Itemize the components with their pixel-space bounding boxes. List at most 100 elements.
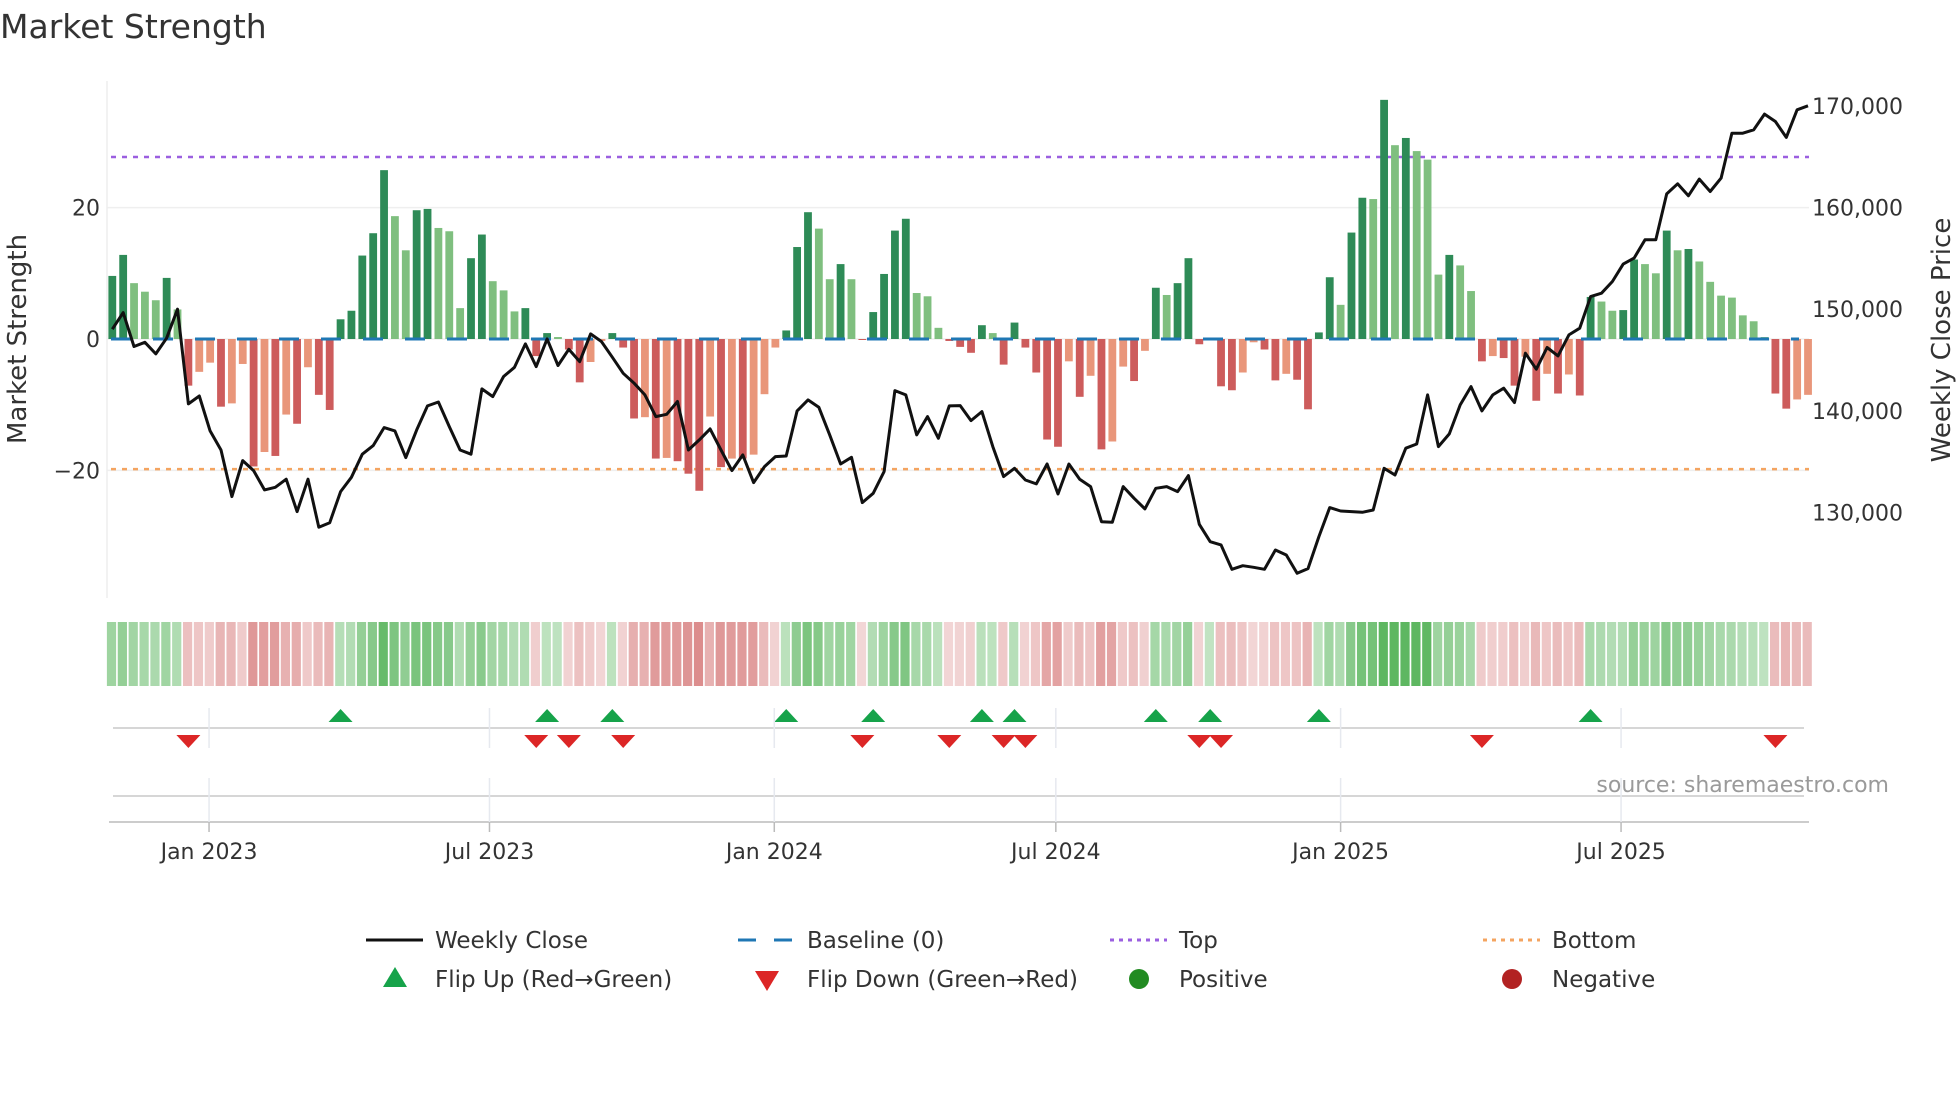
strip-cell (237, 622, 247, 686)
negative-bar (1043, 339, 1052, 440)
flip-down-marker (1763, 735, 1788, 748)
strip-cell (693, 622, 704, 686)
strip-cell (1161, 622, 1171, 686)
strip-cell (683, 622, 693, 686)
strip-cell (117, 622, 127, 686)
strip-cell (1433, 622, 1443, 686)
positive-bar (456, 308, 465, 339)
strip-cell (172, 622, 182, 686)
legend: Weekly Close Baseline (0) Top Bottom Flip Up… (366, 928, 1655, 993)
flip-up-marker (328, 709, 353, 722)
strip-cell (1704, 622, 1714, 686)
strip-cell (1422, 622, 1432, 686)
strip-cell (628, 622, 638, 686)
x-tick-label: Jan 2023 (159, 840, 258, 865)
strip-cell (650, 622, 660, 686)
positive-bar (1184, 258, 1193, 339)
positive-bar (923, 296, 932, 339)
strip-cell (769, 622, 780, 686)
strip-cell (182, 622, 193, 686)
strip-cell (878, 622, 888, 686)
strength-heat-strip (106, 622, 1812, 686)
positive-bar (130, 283, 138, 339)
strip-cell (1030, 622, 1041, 686)
positive-bar (1401, 137, 1410, 339)
positive-bar (369, 233, 378, 339)
strip-cell (1041, 622, 1051, 686)
negative-bar (195, 339, 204, 372)
strip-cell (856, 622, 867, 686)
negative-bar (662, 339, 671, 458)
strip-cell (639, 622, 649, 686)
positive-bar (347, 310, 356, 339)
positive-bar (108, 275, 117, 339)
x-tick-label: Jan 2025 (1290, 840, 1389, 865)
strip-cell (1259, 622, 1269, 686)
strip-cell (1019, 622, 1030, 686)
legend-label: Flip Up (Red→Green) (435, 967, 672, 993)
positive-bar (1684, 248, 1693, 339)
negative-bar (1054, 339, 1062, 447)
positive-bar (1380, 99, 1388, 340)
strip-cell (443, 622, 454, 686)
flip-up-marker (535, 709, 560, 722)
positive-bar (1358, 197, 1367, 339)
strip-cell (1313, 622, 1323, 686)
strip-cell (204, 622, 214, 686)
negative-bar (1510, 339, 1519, 386)
strip-cell (389, 622, 399, 686)
positive-bar (814, 228, 823, 339)
strip-cell (1269, 622, 1280, 686)
positive-bar (825, 279, 834, 339)
strip-cell (302, 622, 312, 686)
negative-bar (282, 339, 291, 415)
strip-cell (965, 622, 975, 686)
negative-bar (651, 339, 660, 459)
strip-cell (1606, 622, 1617, 686)
strip-cell (1052, 622, 1062, 686)
positive-bar (1738, 315, 1747, 339)
strip-cell (900, 622, 910, 686)
negative-bar (1108, 339, 1117, 442)
strip-cell (1715, 622, 1725, 686)
strip-cell (1063, 622, 1073, 686)
negative-bar (1282, 339, 1291, 374)
x-tick-label: Jul 2024 (1009, 840, 1101, 865)
strip-cell (1150, 622, 1160, 686)
strip-cell (1378, 622, 1388, 686)
positive-bar (119, 254, 128, 339)
positive-bar (912, 293, 921, 339)
flip-up-marker (1306, 709, 1331, 722)
positive-bar (434, 227, 443, 339)
strip-cell (824, 622, 834, 686)
strip-cell (1280, 622, 1291, 686)
strip-cell (1096, 622, 1106, 686)
positive-bar (1695, 261, 1704, 339)
flip-up-marker (600, 709, 625, 722)
y2-tick-label: 130,000 (1812, 502, 1903, 527)
positive-bar (467, 258, 475, 339)
strip-cell (552, 622, 562, 686)
positive-bar (1325, 277, 1334, 339)
negative-bar (1097, 339, 1106, 450)
legend-circle-icon (1129, 969, 1149, 989)
x-tick-label: Jul 2023 (443, 840, 535, 865)
strip-cell (846, 622, 856, 686)
strip-cell (1183, 622, 1193, 686)
negative-bar (1804, 339, 1812, 395)
negative-bar (1032, 339, 1041, 373)
strip-cell (1791, 622, 1801, 686)
positive-bar (891, 230, 899, 339)
flip-up-marker (1198, 709, 1223, 722)
strip-cell (487, 622, 497, 686)
flip-down-marker (850, 735, 875, 748)
positive-bar (488, 281, 497, 339)
legend-label: Top (1178, 928, 1218, 954)
strip-cell (1172, 622, 1182, 686)
strip-cell (1400, 622, 1410, 686)
strip-cell (519, 622, 530, 686)
negative-bar (1064, 339, 1073, 362)
negative-bar (641, 339, 649, 418)
strip-cell (139, 622, 149, 686)
strip-cell (1248, 622, 1258, 686)
